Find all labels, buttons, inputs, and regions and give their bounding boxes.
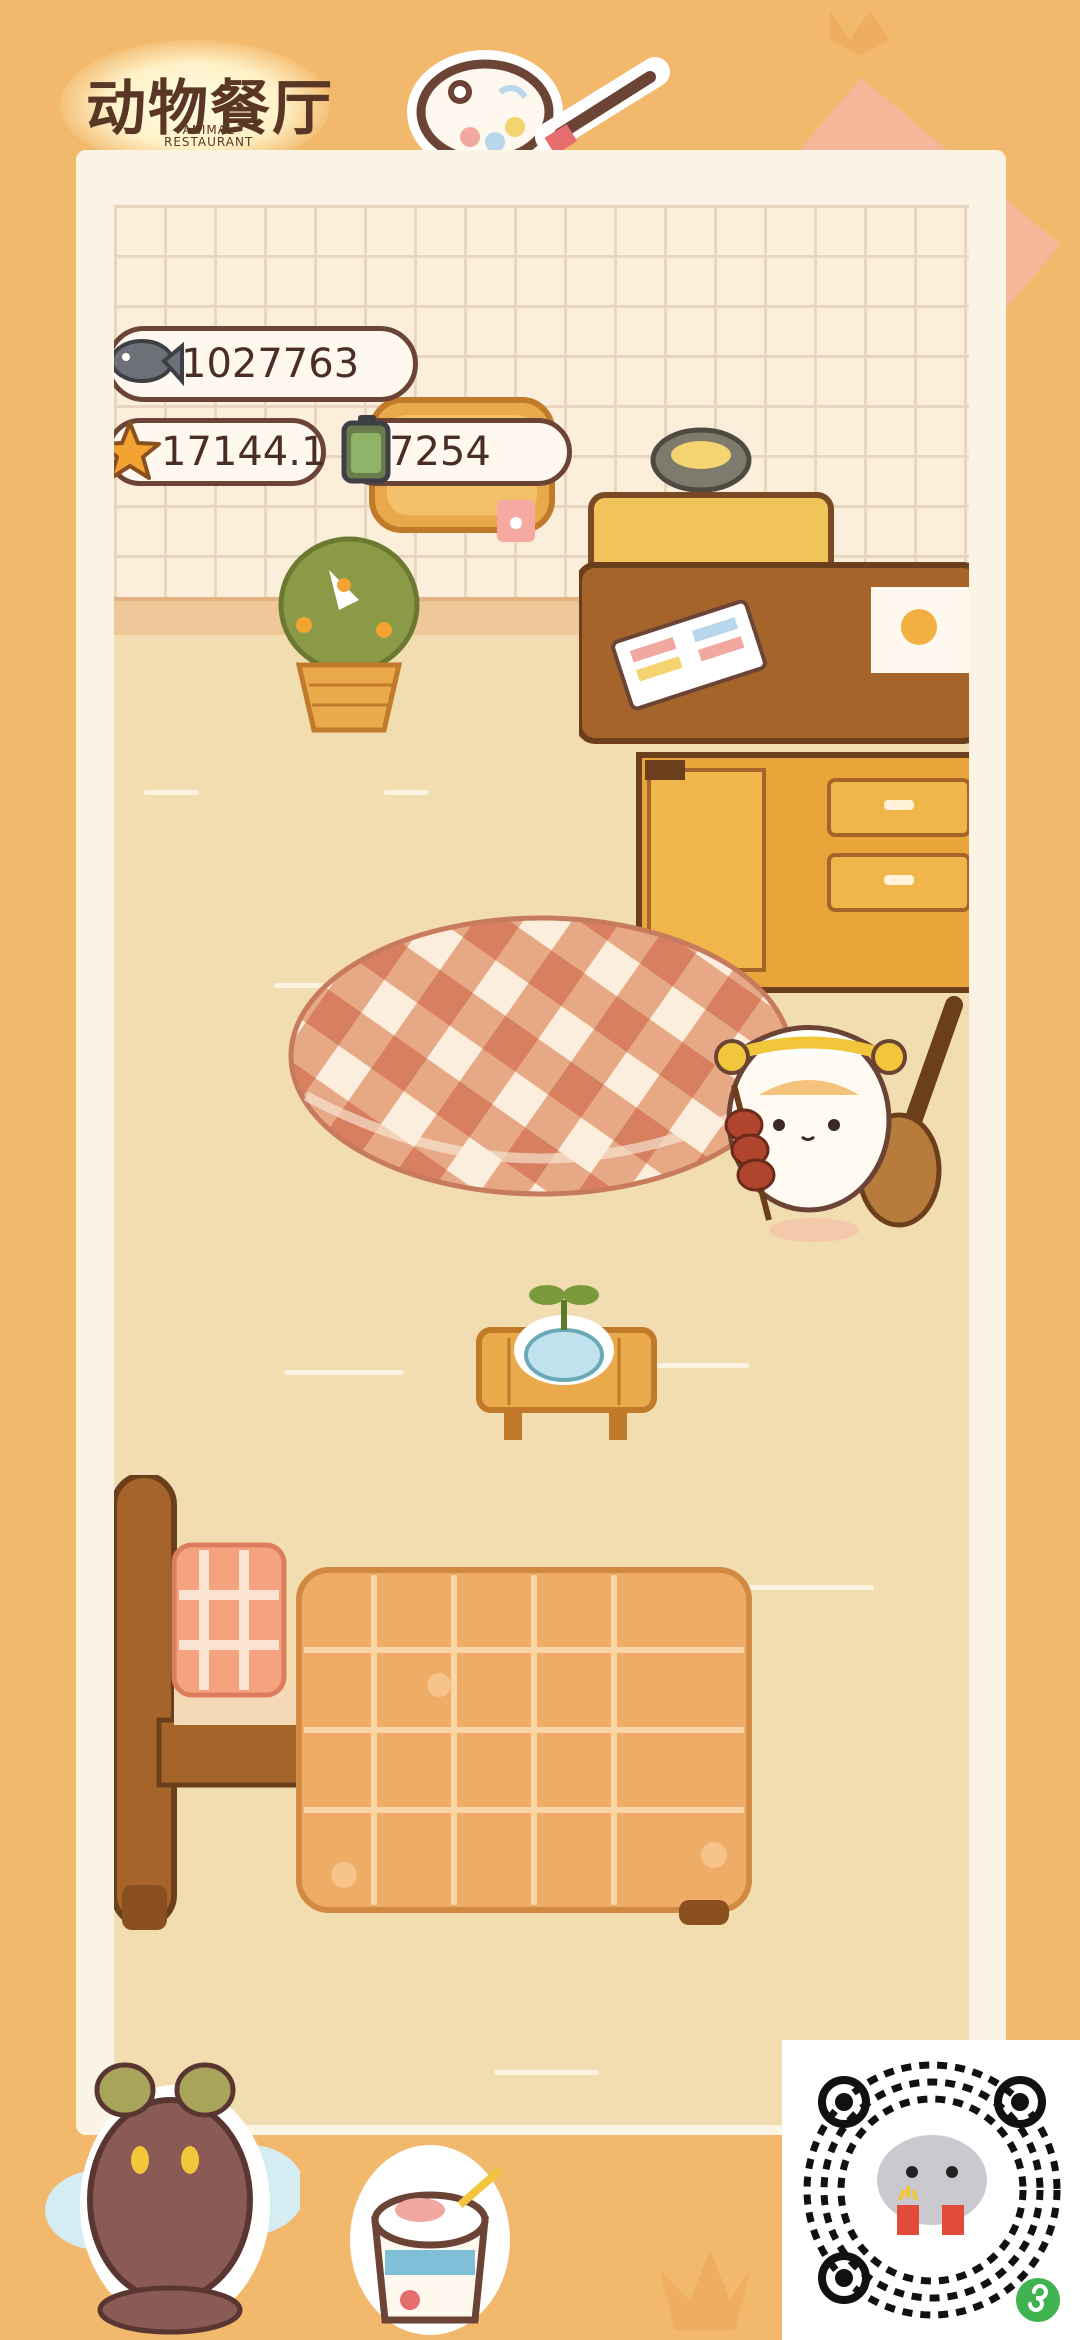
mini-program-icon[interactable]: [1014, 2276, 1062, 2324]
fish-count: 1027763: [181, 341, 360, 387]
game-logo-subtitle: ANIMAL RESTAURANT: [164, 124, 253, 148]
battery-count: 7254: [389, 429, 491, 475]
floor-mark: [284, 1370, 404, 1375]
floor-mark: [384, 790, 429, 795]
battery-icon: [341, 415, 391, 484]
potted-orange-tree[interactable]: [274, 530, 424, 735]
logo-subtitle-line-2: RESTAURANT: [164, 135, 254, 149]
floor-mark: [144, 790, 199, 795]
room-scene[interactable]: 1027763 17144.1 7254: [114, 205, 969, 2125]
fish-icon: [114, 339, 184, 387]
paw-decoration-icon: [660, 2250, 750, 2330]
sprout-side-table[interactable]: [469, 1270, 659, 1455]
winged-frog-sticker-icon: [45, 2062, 300, 2335]
qr-code[interactable]: [782, 2040, 1080, 2340]
star-count: 17144.1: [161, 429, 327, 475]
floor-mark: [494, 2070, 599, 2075]
cat-character[interactable]: [704, 985, 969, 1255]
bed[interactable]: [114, 1475, 754, 1935]
cake-sticker-icon: [350, 2145, 510, 2335]
star-icon: [114, 421, 161, 480]
paw-decoration-icon: [830, 10, 890, 55]
